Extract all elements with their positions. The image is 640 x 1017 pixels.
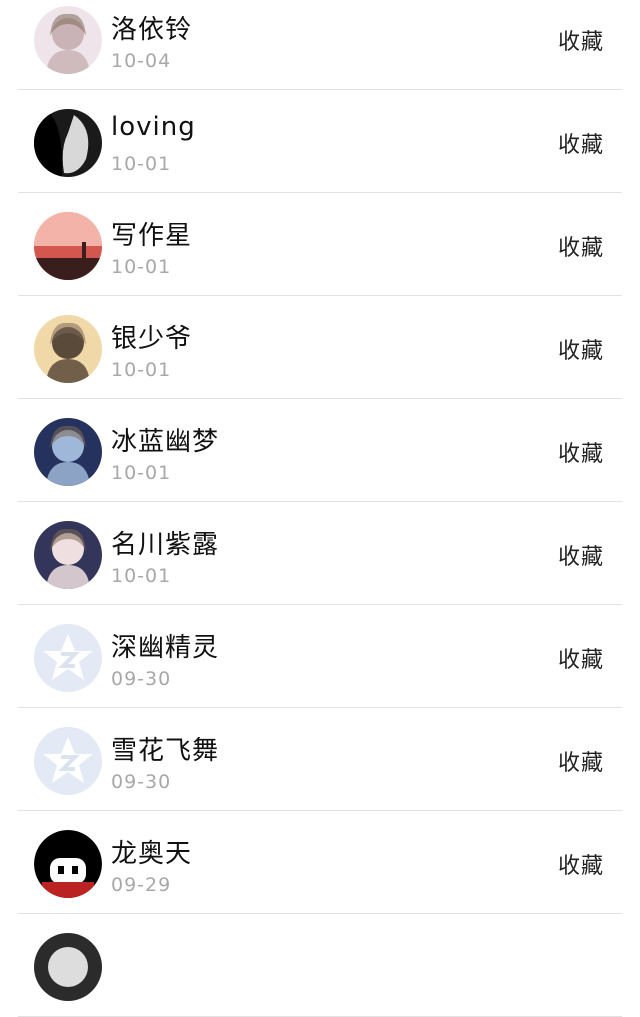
favorite-button[interactable]: 收藏 [558,745,604,777]
contact-name: loving [111,112,196,142]
default-star-avatar[interactable] [34,727,102,795]
contact-name: 银少爷 [111,324,193,354]
contact-name: 洛依铃 [111,15,193,45]
contact-name: 写作星 [111,221,193,251]
favorite-button[interactable]: 收藏 [558,848,604,880]
contact-name: 冰蓝幽梦 [111,427,220,457]
contact-row[interactable]: 雪花飞舞 09-30 收藏 [0,707,640,811]
contact-date: 09-30 [111,771,172,793]
contact-date: 09-29 [111,874,172,896]
contact-row[interactable]: 写作星 10-01 收藏 [0,192,640,296]
contact-row[interactable]: loving 10-01 收藏 [0,89,640,193]
favorite-button[interactable]: 收藏 [558,436,604,468]
sunset-silhouette-avatar[interactable] [34,212,102,280]
contact-row[interactable]: 洛依铃 10-04 收藏 [0,0,640,90]
contact-row[interactable] [0,913,640,1017]
contact-name: 名川紫露 [111,530,220,560]
contact-row[interactable]: 龙奥天 09-29 收藏 [0,810,640,914]
favorite-button[interactable]: 收藏 [558,24,604,56]
contact-name: 龙奥天 [111,839,193,869]
grayscale-portrait-avatar[interactable] [34,109,102,177]
contact-date: 10-01 [111,153,172,175]
contact-row[interactable]: 银少爷 10-01 收藏 [0,295,640,399]
dark-anime-avatar[interactable] [34,418,102,486]
contact-date: 09-30 [111,668,172,690]
cartoon-boy-avatar[interactable] [34,830,102,898]
favorite-button[interactable]: 收藏 [558,642,604,674]
contact-date: 10-04 [111,50,172,72]
contact-name: 雪花飞舞 [111,736,220,766]
anime-boy-avatar[interactable] [34,315,102,383]
default-star-avatar[interactable] [34,624,102,692]
contact-date: 10-01 [111,359,172,381]
contact-date: 10-01 [111,565,172,587]
favorite-button[interactable]: 收藏 [558,333,604,365]
anime-girl-blue-avatar[interactable] [34,521,102,589]
contact-row[interactable]: 冰蓝幽梦 10-01 收藏 [0,398,640,502]
partial-avatar[interactable] [34,933,102,1001]
contact-date: 10-01 [111,462,172,484]
favorite-button[interactable]: 收藏 [558,230,604,262]
favorite-button[interactable]: 收藏 [558,127,604,159]
contact-list: 洛依铃 10-04 收藏 loving 10-01 收藏 写作星 10-01 收藏 银少爷 10-0… [0,0,640,1017]
contact-date: 10-01 [111,256,172,278]
contact-row[interactable]: 深幽精灵 09-30 收藏 [0,604,640,708]
anime-girl-avatar[interactable] [34,6,102,74]
favorite-button[interactable]: 收藏 [558,539,604,571]
contact-row[interactable]: 名川紫露 10-01 收藏 [0,501,640,605]
contact-name: 深幽精灵 [111,633,220,663]
